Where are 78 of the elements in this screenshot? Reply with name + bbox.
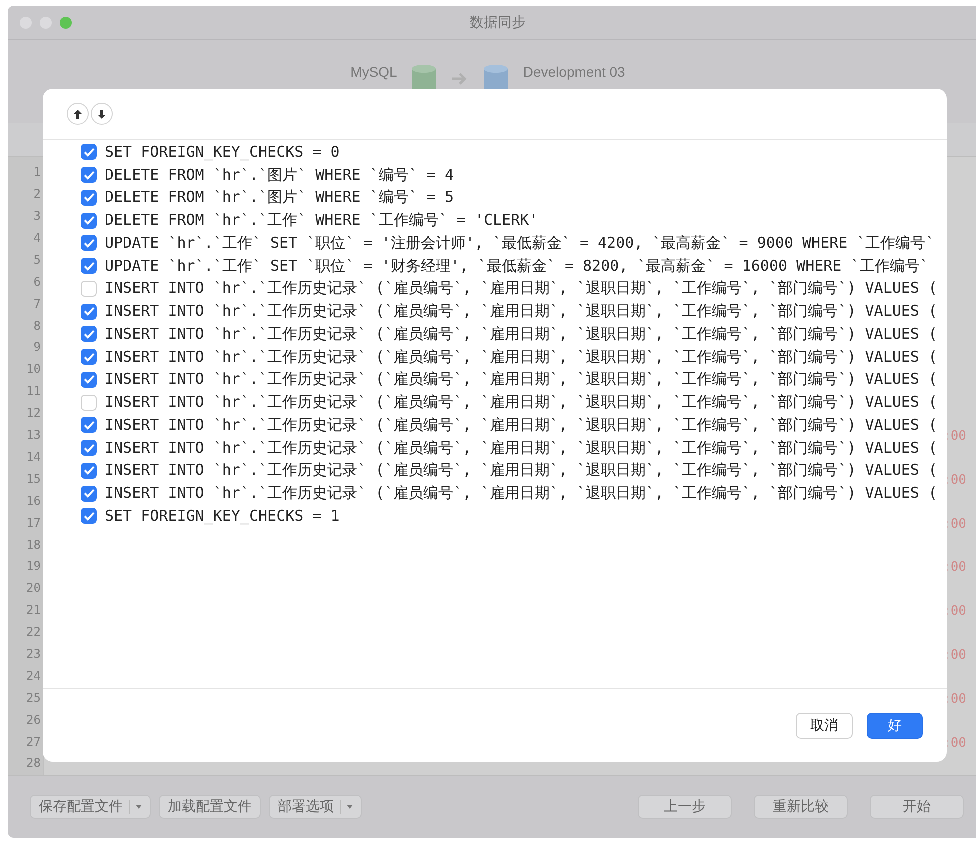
sql-statement: SET FOREIGN_KEY_CHECKS = 0 [105,143,340,162]
checkbox[interactable] [81,190,97,206]
line-number: 27 [26,734,42,751]
checkbox[interactable] [81,349,97,366]
sql-statement: DELETE FROM `hr`.`图片` WHERE `编号` = 4 [105,166,454,185]
ok-button[interactable]: 好 [867,712,923,738]
sql-statement: INSERT INTO `hr`.`工作历史记录` (`雇员编号`, `雇用日期`, `退职日期`, `工作编号`, `部门编号`) VALUES ( [105,348,938,367]
sql-statement: UPDATE `hr`.`工作` SET `职位` = '财务经理', `最低薪金` = 8200, `最高薪金` = 16000 WHERE `工作编号` [105,256,929,276]
caret-icon [347,805,353,810]
sql-statement: INSERT INTO `hr`.`工作历史记录` (`雇员编号`, `雇用日期`, `退职日期`, `工作编号`, `部门编号`) VALUES ( [105,438,938,458]
toolbar-button[interactable]: 部署选项 [269,795,362,820]
sql-statement: INSERT INTO `hr`.`工作历史记录` (`雇员编号`, `雇用日期`, `退职日期`, `工作编号`, `部门编号`) VALUES ( [105,370,938,390]
sql-statement: INSERT INTO `hr`.`工作历史记录` (`雇员编号`, `雇用日期`, `退职日期`, `工作编号`, `部门编号`) VALUES ( [105,279,938,298]
line-number: 24 [26,668,42,685]
line-number: 4 [32,230,42,248]
target-name: Development 03 [523,64,626,80]
arrow-icon [451,72,470,86]
sql-statement: INSERT INTO `hr`.`工作历史记录` (`雇员编号`, `雇用日期`, `退职日期`, `工作编号`, `部门编号`) VALUES ( [105,461,938,480]
source-name: MySQL [350,64,398,80]
line-number: 23 [26,646,42,663]
line-number: 12 [26,405,42,422]
line-number: 11 [26,383,42,400]
move-down-button[interactable] [91,103,113,125]
line-number: 26 [26,712,42,729]
step-button[interactable]: 上一步 [638,795,732,820]
checkbox[interactable] [81,462,97,479]
line-number: 22 [26,624,42,642]
line-number: 7 [32,296,42,313]
sql-statement: SET FOREIGN_KEY_CHECKS = 1 [105,507,340,526]
line-number: 18 [26,536,42,554]
line-number: 14 [26,448,42,466]
line-number: 5 [32,252,42,269]
sql-statement: DELETE FROM `hr`.`图片` WHERE `编号` = 5 [105,188,454,208]
checkbox[interactable] [81,417,97,434]
checkbox[interactable] [81,326,97,342]
checkbox[interactable] [81,235,97,252]
step-button[interactable]: 重新比较 [754,795,848,820]
checkbox[interactable] [81,440,97,456]
toolbar-button[interactable]: 保存配置文件 [30,795,151,820]
checkbox[interactable] [81,258,97,274]
line-number: 25 [26,690,42,707]
line-number: 3 [32,208,42,226]
line-number: 16 [26,492,42,510]
line-number: 10 [26,361,42,378]
line-number: 2 [32,186,42,204]
checkbox[interactable] [81,167,97,184]
line-number: 6 [32,274,42,291]
line-number: 17 [26,514,42,532]
line-number: 13 [26,427,42,444]
window-title: 数据同步 [470,14,526,32]
step-button[interactable]: 开始 [870,795,964,820]
arrow-up-icon [74,110,82,118]
sql-statement: INSERT INTO `hr`.`工作历史记录` (`雇员编号`, `雇用日期`, `退职日期`, `工作编号`, `部门编号`) VALUES ( [105,416,938,435]
sql-statement: INSERT INTO `hr`.`工作历史记录` (`雇员编号`, `雇用日期`, `退职日期`, `工作编号`, `部门编号`) VALUES ( [105,484,938,504]
line-number: 8 [32,318,42,335]
line-number: 15 [26,470,42,488]
line-number: 19 [26,558,42,576]
sql-statement: DELETE FROM `hr`.`工作` WHERE `工作编号` = 'CLERK' [105,211,538,230]
checkbox[interactable] [81,508,97,524]
move-up-button[interactable] [67,103,89,125]
sql-statement: INSERT INTO `hr`.`工作历史记录` (`雇员编号`, `雇用日期`, `退职日期`, `工作编号`, `部门编号`) VALUES ( [105,393,938,412]
cancel-button[interactable]: 取消 [796,712,853,738]
checkbox[interactable] [81,144,97,160]
checkbox[interactable] [81,212,97,229]
caret-icon [136,805,142,810]
line-number: 9 [32,339,42,356]
line-number: 21 [26,602,42,620]
line-number: 28 [26,755,42,772]
arrow-down-icon [98,110,106,118]
checkbox[interactable] [81,304,97,320]
checkbox[interactable] [81,486,97,502]
checkbox[interactable] [81,372,97,388]
toolbar-button[interactable]: 加载配置文件 [159,795,261,820]
sql-statement: INSERT INTO `hr`.`工作历史记录` (`雇员编号`, `雇用日期`, `退职日期`, `工作编号`, `部门编号`) VALUES ( [105,302,938,322]
sql-statement: INSERT INTO `hr`.`工作历史记录` (`雇员编号`, `雇用日期`, `退职日期`, `工作编号`, `部门编号`) VALUES ( [105,324,938,344]
sql-statement: UPDATE `hr`.`工作` SET `职位` = '注册会计师', `最低薪金` = 4200, `最高薪金` = 9000 WHERE `工作编号` [105,234,935,253]
line-number: 1 [32,164,42,182]
line-number: 20 [26,580,42,598]
